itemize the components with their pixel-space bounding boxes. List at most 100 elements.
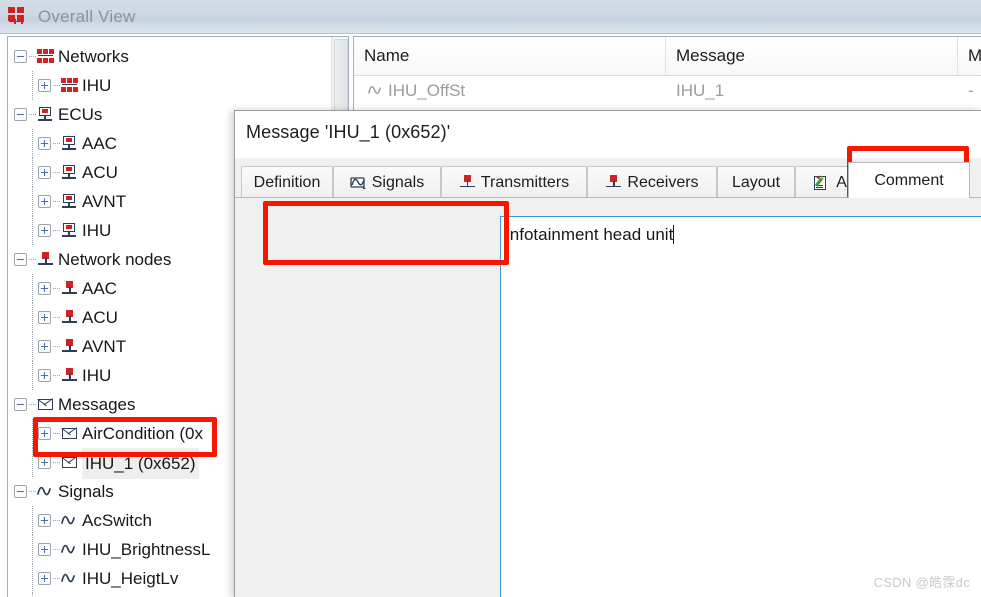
- tree-connector: [32, 158, 34, 187]
- tree-item-label: IHU_OffSt: [82, 593, 159, 597]
- tree-item-label: Networks: [58, 47, 129, 66]
- tree-connector: [32, 274, 34, 303]
- tree-expander[interactable]: [38, 340, 51, 353]
- tree-expander[interactable]: [14, 108, 27, 121]
- app-root: Overall View Networks IHU ECUs AAC ACU AVNT IH…: [0, 0, 981, 597]
- tree-item-label: Signals: [58, 482, 114, 501]
- tree-expander[interactable]: [14, 50, 27, 63]
- tree-item-ihu[interactable]: IHU: [8, 71, 334, 100]
- tree-expander[interactable]: [38, 456, 51, 469]
- tree-connector-stub: [53, 172, 60, 174]
- comment-input[interactable]: infotainment head unit: [500, 216, 981, 597]
- tree-item-label: AAC: [82, 279, 117, 298]
- tree-connector-stub: [53, 462, 60, 464]
- tree-connector-stub: [53, 520, 60, 522]
- tree-connector-stub: [53, 288, 60, 290]
- tree-expander[interactable]: [38, 311, 51, 324]
- tree-connector-stub: [29, 404, 36, 406]
- tree-item-label: AVNT: [82, 337, 127, 356]
- tree-expander[interactable]: [38, 572, 51, 585]
- tree-item-label: Messages: [58, 395, 136, 414]
- table-row[interactable]: IHU_OffSt IHU_1 -: [354, 75, 981, 107]
- column-header-name[interactable]: Name: [354, 37, 666, 75]
- tree-item-label: IHU: [82, 221, 112, 240]
- tree-connector-stub: [29, 491, 36, 493]
- tab-label: Comment: [874, 171, 944, 189]
- tree-item-label: IHU_HeigtLv: [82, 569, 179, 588]
- tree-expander[interactable]: [38, 224, 51, 237]
- tree-expander[interactable]: [38, 137, 51, 150]
- ecu-icon: [37, 107, 54, 122]
- tab-receivers[interactable]: Receivers: [587, 166, 717, 198]
- tree-item-label: AVNT: [82, 192, 127, 211]
- column-header-message[interactable]: Message: [666, 37, 958, 75]
- tree-connector-stub: [53, 143, 60, 145]
- network-node-icon: [605, 174, 622, 191]
- network-icon: [61, 78, 78, 93]
- tree-connector: [32, 187, 34, 216]
- column-header-m[interactable]: M: [958, 37, 981, 75]
- ecu-icon: [61, 165, 78, 180]
- tree-item-label: IHU: [82, 76, 112, 95]
- tab-label: Transmitters: [480, 173, 570, 191]
- tree-expander[interactable]: [14, 485, 27, 498]
- network-icon: [37, 49, 54, 64]
- watermark: CSDN @皓霂dc: [873, 575, 970, 590]
- tree-connector-stub: [53, 201, 60, 203]
- tab-signals[interactable]: Signals: [333, 166, 441, 198]
- tab-label: Signals: [371, 173, 425, 191]
- ecu-icon: [61, 136, 78, 151]
- ecu-icon: [61, 194, 78, 209]
- tree-item-label: ACU: [82, 308, 118, 327]
- tree-expander[interactable]: [38, 543, 51, 556]
- signal-wave-icon: [61, 571, 78, 586]
- page-title: Overall View: [38, 6, 136, 26]
- tab-layout[interactable]: Layout: [717, 166, 795, 198]
- signal-wave-icon: [368, 84, 383, 98]
- message-envelope-icon: [61, 455, 78, 470]
- signal-wave-icon: [350, 175, 367, 191]
- tree-connector-stub: [53, 346, 60, 348]
- tree-connector-stub: [53, 578, 60, 580]
- tree-item-networks[interactable]: Networks: [8, 42, 334, 71]
- tree-expander[interactable]: [38, 282, 51, 295]
- tree-connector-stub: [53, 317, 60, 319]
- tree-connector: [32, 361, 34, 390]
- tree-connector: [32, 71, 34, 100]
- tree-expander[interactable]: [38, 195, 51, 208]
- tree-expander[interactable]: [38, 369, 51, 382]
- cell-name: IHU_OffSt: [388, 81, 466, 100]
- tree-connector: [32, 332, 34, 361]
- network-node-icon: [61, 368, 78, 383]
- cell-message: IHU_1: [676, 81, 725, 100]
- tab-label: Receivers: [627, 173, 699, 191]
- signal-wave-icon: [61, 513, 78, 528]
- message-envelope-icon: [37, 397, 54, 412]
- comment-text-highlight: [263, 201, 509, 265]
- network-node-icon: [37, 252, 54, 267]
- tree-expander[interactable]: [38, 514, 51, 527]
- tree-expander[interactable]: [14, 253, 27, 266]
- tree-expander[interactable]: [38, 166, 51, 179]
- tree-expander[interactable]: [14, 398, 27, 411]
- tab-definition[interactable]: Definition: [241, 166, 333, 198]
- network-node-icon: [61, 281, 78, 296]
- tab-transmitters[interactable]: Transmitters: [441, 166, 587, 198]
- overall-view-titlebar: Overall View: [0, 0, 981, 34]
- tab-label: Definition: [253, 173, 321, 191]
- text-caret: [673, 225, 675, 244]
- network-node-icon: [61, 310, 78, 325]
- tree-item-label: AcSwitch: [82, 511, 152, 530]
- tree-connector-stub: [29, 114, 36, 116]
- tree-connector-stub: [53, 85, 60, 87]
- tree-item-label: IHU_BrightnessL: [82, 540, 211, 559]
- tree-connector: [32, 303, 34, 332]
- tab-comment[interactable]: Comment: [848, 162, 970, 198]
- tree-expander[interactable]: [38, 79, 51, 92]
- list-header: Name Message M: [354, 37, 981, 76]
- attributes-pencil-icon: [814, 173, 831, 191]
- tree-connector: [32, 535, 34, 564]
- network-node-icon: [459, 174, 476, 191]
- tree-connector-stub: [53, 549, 60, 551]
- network-tree-icon: [8, 6, 30, 27]
